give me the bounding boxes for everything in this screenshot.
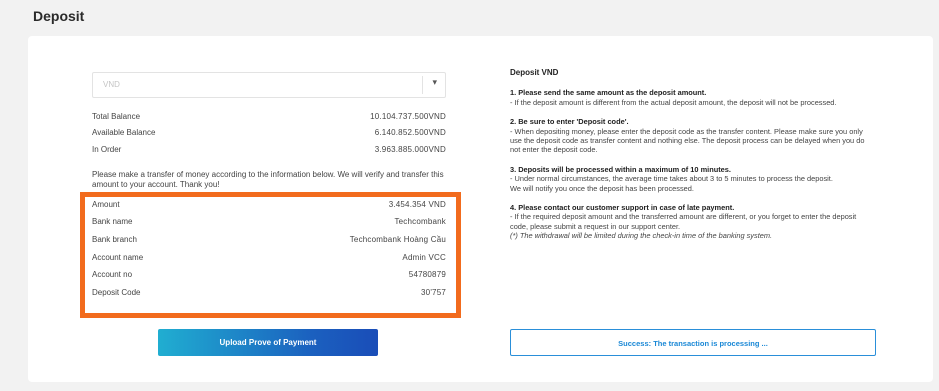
deposit-label: Bank branch xyxy=(92,235,137,244)
balance-label: Total Balance xyxy=(92,112,141,121)
balance-label: In Order xyxy=(92,145,122,154)
deposit-value: Admin VCC xyxy=(402,253,446,262)
balance-value: 3.963.885.000VND xyxy=(374,145,446,154)
instruction-step-title: 2. Be sure to enter 'Deposit code'. xyxy=(510,117,629,127)
deposit-label: Amount xyxy=(92,200,120,209)
deposit-value: 30'757 xyxy=(421,288,446,297)
currency-select[interactable]: VND ▾ xyxy=(92,72,446,98)
deposit-label: Bank name xyxy=(92,217,133,226)
instruction-step-title: 3. Deposits will be processed within a m… xyxy=(510,164,731,174)
instruction-step-title: 4. Please contact our customer support i… xyxy=(510,203,735,213)
deposit-label: Deposit Code xyxy=(92,288,141,297)
instruction-step-2: 2. Be sure to enter 'Deposit code'. - Wh… xyxy=(510,117,875,155)
transfer-note: Please make a transfer of money accordin… xyxy=(92,170,444,189)
instruction-step-text: We will notify you once the deposit has … xyxy=(510,183,694,193)
instruction-step-3: 3. Deposits will be processed within a m… xyxy=(510,165,875,193)
instruction-step-text: - If the required deposit amount and the… xyxy=(510,212,857,231)
instruction-step-text: - Under normal circumstances, the averag… xyxy=(510,174,833,184)
upload-proof-button[interactable]: Upload Prove of Payment xyxy=(158,329,378,356)
deposit-value: 54780879 xyxy=(408,270,446,279)
chevron-down-icon[interactable]: ▾ xyxy=(432,77,437,88)
deposit-value: Techcombank Hoàng Cầu xyxy=(349,235,446,244)
status-message: Success: The transaction is processing .… xyxy=(618,339,768,348)
deposit-value: Techcombank xyxy=(394,217,446,226)
balance-value: 10.104.737.500VND xyxy=(370,112,446,121)
currency-select-value: VND xyxy=(103,80,120,89)
instruction-step-title: 1. Please send the same amount as the de… xyxy=(510,88,707,98)
balance-value: 6.140.852.500VND xyxy=(374,128,446,137)
deposit-label: Account no xyxy=(92,270,133,279)
instruction-step-1: 1. Please send the same amount as the de… xyxy=(510,88,875,107)
instruction-step-4: 4. Please contact our customer support i… xyxy=(510,203,875,241)
upload-proof-button-label: Upload Prove of Payment xyxy=(219,338,317,347)
instruction-step-text: - If the deposit amount is different fro… xyxy=(510,97,837,107)
instruction-footnote: (*) The withdrawal will be limited durin… xyxy=(510,231,773,241)
instructions-heading: Deposit VND xyxy=(510,68,559,77)
instruction-step-text: - When depositing money, please enter th… xyxy=(510,126,865,155)
deposit-value: 3.454.354 VND xyxy=(388,200,446,209)
deposit-instructions: Deposit VND 1. Please send the same amou… xyxy=(510,68,875,251)
balance-label: Available Balance xyxy=(92,128,156,137)
page-title: Deposit xyxy=(33,8,85,24)
status-message-box: Success: The transaction is processing .… xyxy=(510,329,876,356)
deposit-label: Account name xyxy=(92,253,144,262)
select-divider xyxy=(422,76,423,94)
